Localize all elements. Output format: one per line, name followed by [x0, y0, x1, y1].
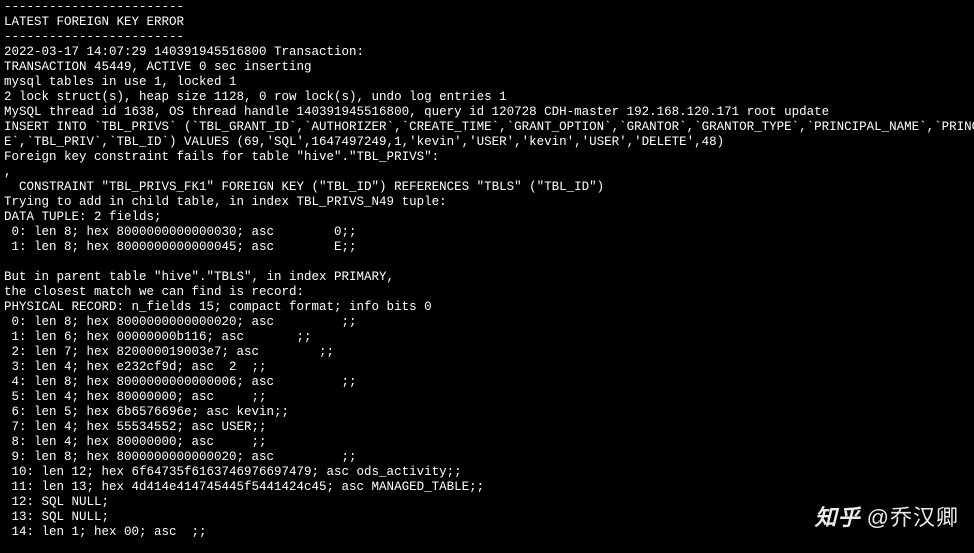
terminal-output: ------------------------ LATEST FOREIGN … — [4, 0, 970, 540]
watermark: 知乎 @乔汉卿 — [815, 510, 959, 525]
zhihu-logo: 知乎 — [815, 510, 861, 525]
watermark-author: @乔汉卿 — [867, 510, 959, 525]
